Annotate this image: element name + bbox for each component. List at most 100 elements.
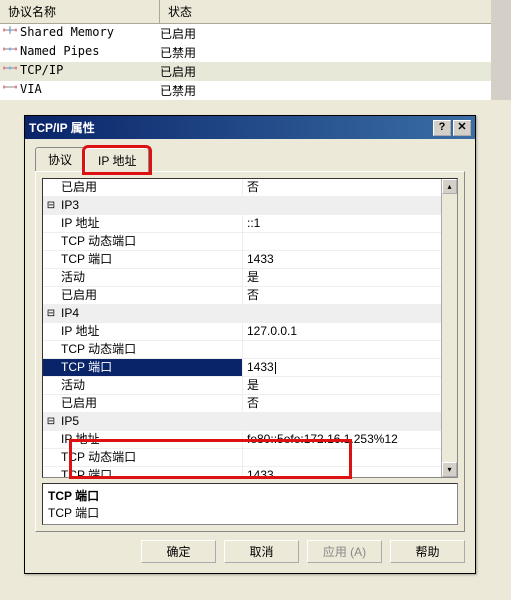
property-row[interactable]: 已启用否: [43, 287, 441, 305]
expand-toggle-icon: [43, 233, 59, 250]
protocol-name: Named Pipes: [18, 44, 160, 61]
property-name: IP 地址: [59, 431, 243, 448]
scrollbar[interactable]: ▴ ▾: [441, 179, 457, 477]
protocol-status: 已启用: [160, 25, 280, 42]
text-cursor: [275, 362, 276, 374]
expand-toggle-icon: [43, 359, 59, 376]
property-value[interactable]: 1433: [243, 359, 441, 376]
property-row[interactable]: 已启用否: [43, 395, 441, 413]
property-name: 活动: [59, 269, 243, 286]
protocol-icon: [0, 82, 18, 99]
property-name: IP 地址: [59, 323, 243, 340]
description-box: TCP 端口 TCP 端口: [42, 483, 458, 525]
help-button[interactable]: ?: [433, 120, 451, 136]
ok-button[interactable]: 确定: [141, 540, 216, 563]
dialog-button-row: 确定 取消 应用 (A) 帮助: [25, 532, 475, 573]
property-row[interactable]: TCP 动态端口: [43, 233, 441, 251]
property-name: 已启用: [59, 395, 243, 412]
property-value[interactable]: 否: [243, 179, 441, 196]
property-row[interactable]: TCP 端口1433: [43, 467, 441, 478]
property-name: IP4: [59, 305, 441, 322]
tab-protocol[interactable]: 协议: [35, 147, 85, 171]
property-name: TCP 动态端口: [59, 341, 243, 358]
protocol-row[interactable]: TCP/IP 已启用: [0, 62, 491, 81]
property-row[interactable]: TCP 端口1433: [43, 251, 441, 269]
property-value[interactable]: 是: [243, 269, 441, 286]
protocol-status: 已禁用: [160, 82, 280, 99]
property-value[interactable]: 否: [243, 395, 441, 412]
protocol-row[interactable]: Named Pipes 已禁用: [0, 43, 491, 62]
protocol-icon: [0, 63, 18, 80]
property-value[interactable]: [243, 233, 441, 250]
property-row[interactable]: TCP 端口1433: [43, 359, 441, 377]
property-row[interactable]: TCP 动态端口: [43, 449, 441, 467]
scroll-down-button[interactable]: ▾: [442, 462, 457, 477]
dialog-titlebar[interactable]: TCP/IP 属性 ? ✕: [25, 116, 475, 139]
tab-ip-address[interactable]: IP 地址: [85, 148, 149, 172]
expand-toggle-icon: [43, 395, 59, 412]
protocol-list-panel: 协议名称 状态 Shared Memory 已启用 Named Pipes 已禁…: [0, 0, 511, 100]
property-value[interactable]: fe80::5efe:172.16.1.253%12: [243, 431, 441, 448]
description-body: TCP 端口: [48, 504, 452, 521]
protocol-row[interactable]: VIA 已禁用: [0, 81, 491, 100]
property-name: IP3: [59, 197, 441, 214]
expand-toggle-icon: [43, 431, 59, 448]
expand-toggle-icon[interactable]: ⊟: [43, 305, 59, 322]
property-value[interactable]: 1433: [243, 467, 441, 478]
expand-toggle-icon: [43, 449, 59, 466]
header-protocol-name[interactable]: 协议名称: [0, 0, 160, 23]
property-value[interactable]: ::1: [243, 215, 441, 232]
dialog-title: TCP/IP 属性: [29, 119, 431, 136]
expand-toggle-icon: [43, 269, 59, 286]
property-name: TCP 动态端口: [59, 233, 243, 250]
protocol-icon: [0, 44, 18, 61]
expand-toggle-icon: [43, 341, 59, 358]
property-name: TCP 动态端口: [59, 449, 243, 466]
expand-toggle-icon: [43, 179, 59, 196]
property-value[interactable]: 127.0.0.1: [243, 323, 441, 340]
property-value[interactable]: 是: [243, 377, 441, 394]
property-row[interactable]: IP 地址::1: [43, 215, 441, 233]
property-value[interactable]: [243, 449, 441, 466]
expand-toggle-icon[interactable]: ⊟: [43, 197, 59, 214]
property-name: 已启用: [59, 287, 243, 304]
expand-toggle-icon: [43, 377, 59, 394]
property-row[interactable]: IP 地址fe80::5efe:172.16.1.253%12: [43, 431, 441, 449]
protocol-name: VIA: [18, 82, 160, 99]
expand-toggle-icon: [43, 287, 59, 304]
header-status[interactable]: 状态: [160, 0, 280, 23]
expand-toggle-icon: [43, 215, 59, 232]
property-row[interactable]: 活动是: [43, 377, 441, 395]
protocol-name: TCP/IP: [18, 63, 160, 80]
property-group-header[interactable]: ⊟IP3: [43, 197, 441, 215]
property-name: TCP 端口: [59, 251, 243, 268]
cancel-button[interactable]: 取消: [224, 540, 299, 563]
apply-button[interactable]: 应用 (A): [307, 540, 382, 563]
help-button[interactable]: 帮助: [390, 540, 465, 563]
property-value[interactable]: [243, 341, 441, 358]
property-grid: 已启用否⊟IP3IP 地址::1TCP 动态端口TCP 端口1433活动是已启用…: [42, 178, 458, 478]
protocol-icon: [0, 25, 18, 42]
property-name: 已启用: [59, 179, 243, 196]
description-title: TCP 端口: [48, 487, 452, 504]
close-button[interactable]: ✕: [453, 120, 471, 136]
property-name: IP5: [59, 413, 441, 430]
tab-content: 已启用否⊟IP3IP 地址::1TCP 动态端口TCP 端口1433活动是已启用…: [35, 171, 465, 532]
expand-toggle-icon: [43, 251, 59, 268]
protocol-status: 已禁用: [160, 44, 280, 61]
tcpip-properties-dialog: TCP/IP 属性 ? ✕ 协议 IP 地址 已启用否⊟IP3IP 地址::1T…: [24, 115, 476, 574]
property-row[interactable]: 活动是: [43, 269, 441, 287]
property-group-header[interactable]: ⊟IP4: [43, 305, 441, 323]
protocol-list-header: 协议名称 状态: [0, 0, 491, 24]
property-name: IP 地址: [59, 215, 243, 232]
protocol-status: 已启用: [160, 63, 280, 80]
property-value[interactable]: 1433: [243, 251, 441, 268]
scroll-up-button[interactable]: ▴: [442, 179, 457, 194]
expand-toggle-icon[interactable]: ⊟: [43, 413, 59, 430]
property-row[interactable]: TCP 动态端口: [43, 341, 441, 359]
protocol-row[interactable]: Shared Memory 已启用: [0, 24, 491, 43]
property-row[interactable]: 已启用否: [43, 179, 441, 197]
property-group-header[interactable]: ⊟IP5: [43, 413, 441, 431]
property-value[interactable]: 否: [243, 287, 441, 304]
property-row[interactable]: IP 地址127.0.0.1: [43, 323, 441, 341]
